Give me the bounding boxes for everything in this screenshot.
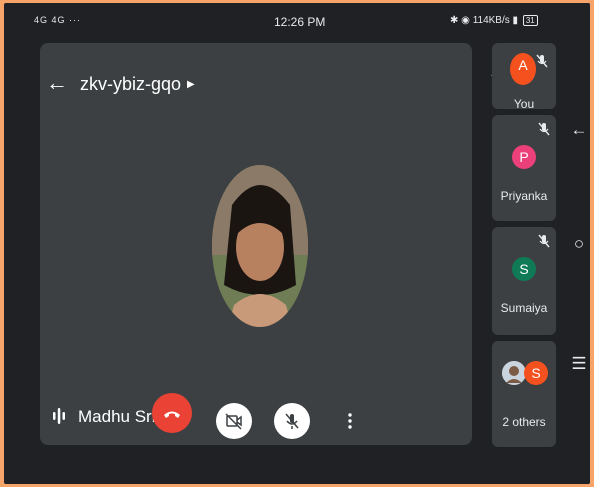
signal-indicators: 4G 4G ··· [34,15,82,25]
mic-toggle-button[interactable] [274,403,310,439]
network-speed: 114KB/s [472,15,510,26]
participant-tile-others[interactable]: S 2 others [492,341,556,447]
more-vert-icon [348,413,352,429]
clock: 12:26 PM [274,15,326,29]
data-saver-icon: ◉ [461,15,470,26]
meet-screen: 4G 4G ··· 12:26 PM ✱ ◉ 114KB/s ▮ 31 ← zk… [4,3,590,484]
participant-photo-avatar [502,361,526,385]
participant-tile-priyanka[interactable]: P Priyanka [492,115,556,221]
mic-off-icon [538,234,550,248]
participant-tile-you[interactable]: A You [492,43,556,111]
participant-avatar: S [524,361,548,385]
caret-right-icon: ▶ [187,79,195,90]
participant-label: Priyanka [500,189,548,203]
camera-off-icon [225,413,242,430]
participant-label: You [513,97,535,111]
system-nav-bar: ← ○ ☰ [566,3,590,484]
mic-off-icon [285,413,299,429]
meeting-code[interactable]: zkv-ybiz-gqo ▶ [80,74,195,95]
mic-off-icon [538,122,550,136]
participant-label: Sumaiya [500,301,548,315]
more-options-button[interactable] [332,403,368,439]
participant-tile-sumaiya[interactable]: S Sumaiya [492,227,556,335]
participant-label: 2 others [502,415,546,429]
system-menu-icon[interactable]: ☰ [570,355,588,373]
participant-avatar: A [510,53,536,85]
mic-off-icon [536,54,548,68]
back-arrow-icon[interactable]: ← [46,72,68,94]
meeting-code-text: zkv-ybiz-gqo [80,74,182,94]
participant-avatar: P [512,145,536,169]
system-back-icon[interactable]: ← [570,121,588,139]
signal-icon: ▮ [512,15,519,26]
hang-up-icon [164,411,180,418]
status-right: ✱ ◉ 114KB/s ▮ 31 [450,15,538,26]
system-home-icon[interactable]: ○ [570,235,588,253]
leave-call-button[interactable] [152,393,192,433]
participant-avatar: S [512,257,536,281]
camera-toggle-button[interactable] [216,403,252,439]
audio-level-icon [52,407,66,425]
status-bar: 4G 4G ··· 12:26 PM ✱ ◉ 114KB/s ▮ 31 [4,3,566,39]
battery-icon: 31 [522,15,538,26]
speaker-avatar [212,165,308,327]
bluetooth-icon: ✱ [450,15,459,26]
